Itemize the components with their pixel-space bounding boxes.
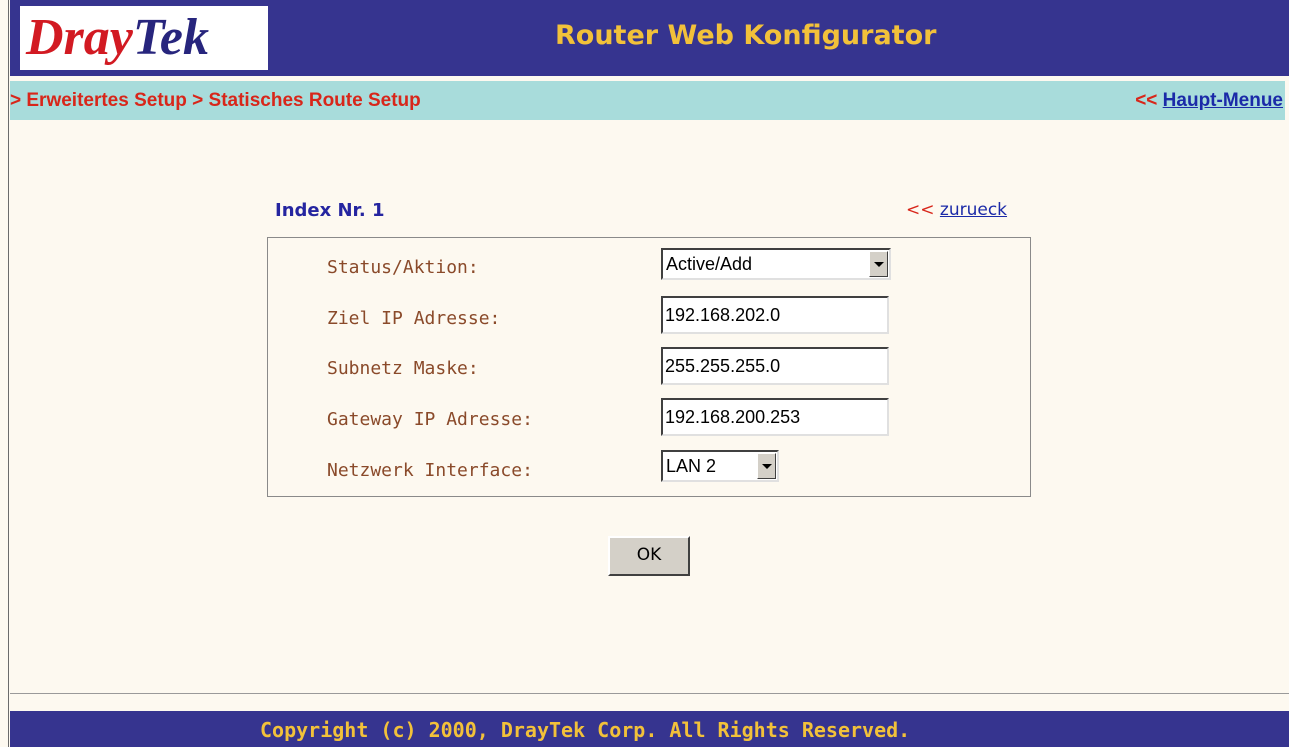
back-link[interactable]: zurueck: [940, 200, 1007, 220]
status-select[interactable]: Active/Add: [661, 248, 891, 280]
gateway-ip-input[interactable]: [661, 398, 889, 436]
main-menu-link[interactable]: Haupt-Menue: [1163, 90, 1283, 111]
left-border: [8, 0, 9, 747]
header-bar: DrayTek Router Web Konfigurator: [10, 0, 1289, 76]
logo-tek: Tek: [132, 9, 209, 66]
status-label: Status/Aktion:: [327, 257, 479, 278]
back-arrows: <<: [906, 200, 935, 220]
copyright-text: Copyright (c) 2000, DrayTek Corp. All Ri…: [260, 718, 911, 742]
status-dropdown-button[interactable]: [869, 251, 888, 277]
interface-label: Netzwerk Interface:: [327, 460, 533, 481]
breadcrumb-bar: > Erweitertes Setup > Statisches Route S…: [10, 81, 1285, 120]
main-menu-arrows: <<: [1135, 90, 1158, 111]
app-title: Router Web Konfigurator: [555, 20, 937, 51]
chevron-down-icon: [874, 262, 884, 267]
interface-select[interactable]: LAN 2: [661, 450, 779, 482]
back-nav: << zurueck: [906, 200, 1007, 220]
breadcrumb: > Erweitertes Setup > Statisches Route S…: [10, 90, 421, 111]
logo-text: DrayTek: [26, 10, 209, 66]
index-title: Index Nr. 1: [275, 200, 385, 221]
dest-ip-input[interactable]: [661, 296, 889, 334]
footer-bar: Copyright (c) 2000, DrayTek Corp. All Ri…: [10, 711, 1289, 747]
draytek-logo: DrayTek: [20, 6, 268, 70]
status-select-value: Active/Add: [666, 254, 753, 274]
logo-dray: Dray: [26, 9, 133, 66]
subnet-mask-label: Subnetz Maske:: [327, 358, 479, 379]
interface-select-value: LAN 2: [666, 456, 717, 476]
gateway-ip-label: Gateway IP Adresse:: [327, 409, 533, 430]
ok-button[interactable]: OK: [608, 536, 690, 576]
dest-ip-label: Ziel IP Adresse:: [327, 308, 501, 329]
main-menu-nav: << Haupt-Menue: [1135, 90, 1283, 112]
interface-dropdown-button[interactable]: [757, 453, 776, 479]
router-config-page: DrayTek Router Web Konfigurator > Erweit…: [0, 0, 1289, 747]
subnet-mask-input[interactable]: [661, 347, 889, 385]
chevron-down-icon: [762, 464, 772, 469]
footer-divider: [10, 693, 1289, 694]
